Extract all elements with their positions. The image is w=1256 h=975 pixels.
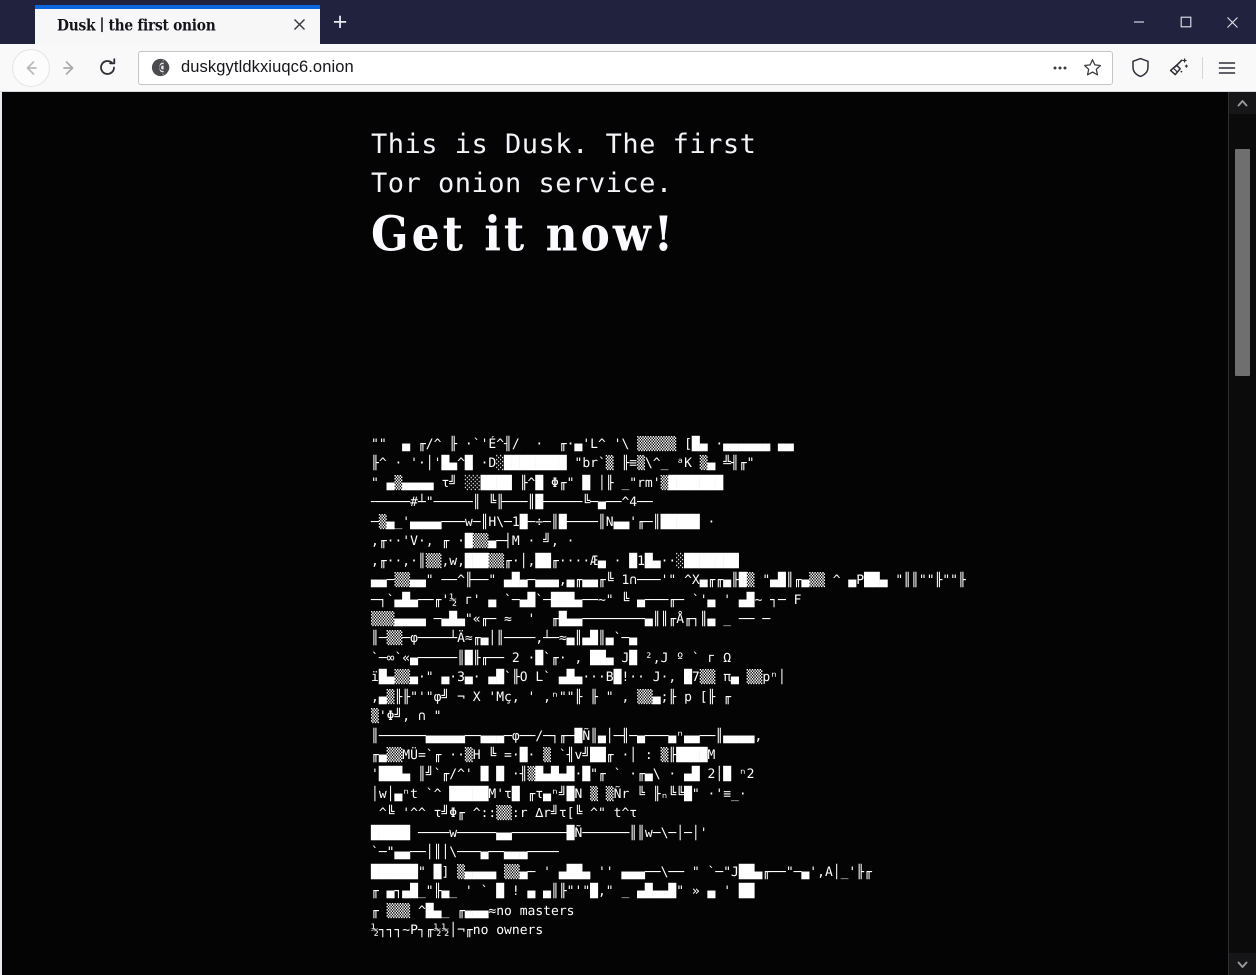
ascii-art-row: │w│▄ⁿt `^ █████M'τ█ ╓τ▄ⁿ╝█N ▒ ▒Ñr ╚ ╟ₙ╚╚… <box>371 786 747 802</box>
page-actions-icon[interactable] <box>1044 53 1076 83</box>
ascii-art-row: ^╚ '^^ τ╝Φ╓ ^::▒▒:r ∆r╝τ[╚ ^" t^τ <box>371 806 638 822</box>
ascii-art-row: ╓ ▄┐▄█_"╟▄_ ' ` █ ! ▄ ▄║╟"'"█," _ ▄█▄▄█"… <box>371 884 755 900</box>
app-menu-hamburger-icon[interactable] <box>1208 49 1246 87</box>
ascii-art-row: ,╓··,·║▒▒,w,███▒▒╓·│,██╓····Æ▄ · █1█▄··░… <box>371 553 739 569</box>
new-tab-button[interactable]: + <box>320 5 360 44</box>
hero-line-2: Tor onion service. <box>371 168 673 199</box>
ascii-art-row: ██████" █] ▒▄▄▄▄ ▒▒▄─ ' ▄██▄ '' ▄▄▄──\──… <box>371 864 872 880</box>
window-minimize-button[interactable] <box>1115 0 1162 44</box>
page-content: This is Dusk. The first Tor onion servic… <box>0 92 1228 975</box>
page-viewport: This is Dusk. The first Tor onion servic… <box>0 92 1256 975</box>
scrollbar-up-arrow-icon[interactable] <box>1229 92 1256 114</box>
tab-strip: Dusk ∣ the first onion + <box>0 0 1115 44</box>
forward-button[interactable] <box>50 49 88 87</box>
hero-heading-block: This is Dusk. The first Tor onion servic… <box>371 125 757 262</box>
ascii-art-row: " ▄▒▄▄▄▄ τ╝ ░░████ ╟^█ Φ╓" █ │╟ _"rm'▒██… <box>371 475 724 491</box>
ascii-art-row: '███▄ ║╝`╓/^' █ █ ·╢▒█▄█▄█·█"╓ ` ·╓▄\ · … <box>371 767 755 783</box>
forget-broom-icon[interactable] <box>1159 49 1197 87</box>
browser-tab-active[interactable]: Dusk ∣ the first onion <box>35 5 320 44</box>
arrow-right-icon <box>63 60 74 75</box>
scrollbar-down-arrow-icon[interactable] <box>1229 953 1256 975</box>
onion-icon[interactable] <box>151 58 170 77</box>
ascii-art-row: ▄▄─▒▒▄▄" ──^╟──" ▄█▄─▄▄▄,▄╓▄▄╓╚ 1∩───'" … <box>371 573 966 589</box>
scrollbar-thumb[interactable] <box>1235 149 1250 376</box>
navigation-toolbar: duskgytldkxiuqc6.onion <box>0 44 1256 92</box>
ascii-art-row: ─┐`▄█▄──╓'½ г' ▄ `─▄█`─███▄──~" ╚ ▄───╓─… <box>371 592 802 608</box>
address-bar[interactable]: duskgytldkxiuqc6.onion <box>138 50 1113 85</box>
ascii-art-row: `─∞`«▄─────║█╟╓── 2 ·█`╓· , ██▄ J█ ²,J º… <box>371 650 732 666</box>
hero-line-1: This is Dusk. The first <box>371 129 757 160</box>
ascii-art-row: ─────#┴"─────║ ╚╟───║█─────╚─▄──^4── <box>371 495 653 511</box>
url-text[interactable]: duskgytldkxiuqc6.onion <box>181 58 1044 77</box>
window-titlebar: Dusk ∣ the first onion + <box>0 0 1256 44</box>
ascii-art-row: ▒'Φ╝, ∩ " <box>371 709 442 725</box>
back-button[interactable] <box>12 48 50 87</box>
ascii-art-row: ,▄▒╟╟"'"φ╝ ¬ X 'Mç, ' ,ⁿ""╟ ╟ " , ▒▒▄;╟ … <box>371 689 732 705</box>
ascii-art-row: ╓ ▒▒▒ ^█▄_ ╓▄▄▄≈no masters <box>371 903 575 919</box>
ascii-art-row: "" ▄ ╓/^ ╟ ·`'É^╢/ · ╓·▄'L^ '\ ▒▒▒▒▒ [█▄… <box>371 437 794 452</box>
arrow-left-icon <box>26 60 37 75</box>
ascii-art-row: ─▒▄_'▄▄▄▄───w─║H\─1█─÷─║█────║N▄▄'╓─║███… <box>371 514 716 530</box>
ascii-art-row: ▒▒▒▄▄▄▄ ─▄█▄"«╓─ ≈ ' ╓█▄▄────────▄║║╓Å╓┐… <box>371 611 771 627</box>
ascii-art-block: "" ▄ ╓/^ ╟ ·`'É^╢/ · ╓·▄'L^ '\ ▒▒▒▒▒ [█▄… <box>371 435 966 940</box>
reload-icon <box>99 58 115 75</box>
ascii-art-row: ╓▄▒▒MÜ=`╓ ··▒H ╚ =·█· ▒ `╢v╝██╓ ·│ : ▒╟█… <box>371 748 716 763</box>
get-it-now-heading[interactable]: Get it now! <box>371 205 756 265</box>
window-maximize-button[interactable] <box>1162 0 1209 44</box>
ascii-art-row: █████ ────w─────▄▄───────█Ñ──────║║w─\─│… <box>371 825 708 841</box>
ascii-art-row: ║──────▄▄▄▄▄──▄▄▄─φ──/─┐╓─█Ñ║▄│─╢─▄───▄ⁿ… <box>371 728 763 744</box>
ascii-art-row: ½┐┐┐~P┐╓½½│¬╓no owners <box>371 922 544 938</box>
reload-button[interactable] <box>88 49 126 87</box>
tab-close-icon[interactable] <box>286 12 312 38</box>
tab-title: Dusk ∣ the first onion <box>57 14 216 35</box>
toolbar-separator <box>1202 56 1203 79</box>
ascii-art-row: ║─▒▒─φ────┴Ä≈╓▄│║────,┴─≈▄║▄█║▄`─▄ <box>371 631 638 647</box>
ascii-art-row: ,╓··'V·, ╓ ·█▒▒▄─┤M · ╝, · <box>371 534 575 550</box>
bookmark-star-icon[interactable] <box>1076 53 1108 83</box>
ascii-art-row: `─"▄▄──│║│\───▄──▄▄▄──── <box>371 845 559 861</box>
window-controls <box>1115 0 1256 44</box>
ascii-art-row: ï█▄▒▒▄·" ▄·3▄· ▄█`╟O L` ▄█▄···B█!·· J·, … <box>371 670 786 686</box>
tracking-protection-shield-icon[interactable] <box>1121 49 1159 87</box>
ascii-art-row: ╟^ · '·│'█▄^█ ·D░████████ "br`▒ ╟≡▒\^_ ᵃ… <box>371 456 755 472</box>
window-close-button[interactable] <box>1209 0 1256 44</box>
tab-active-accent-bar <box>35 5 320 9</box>
page-scrollbar[interactable] <box>1228 92 1256 975</box>
